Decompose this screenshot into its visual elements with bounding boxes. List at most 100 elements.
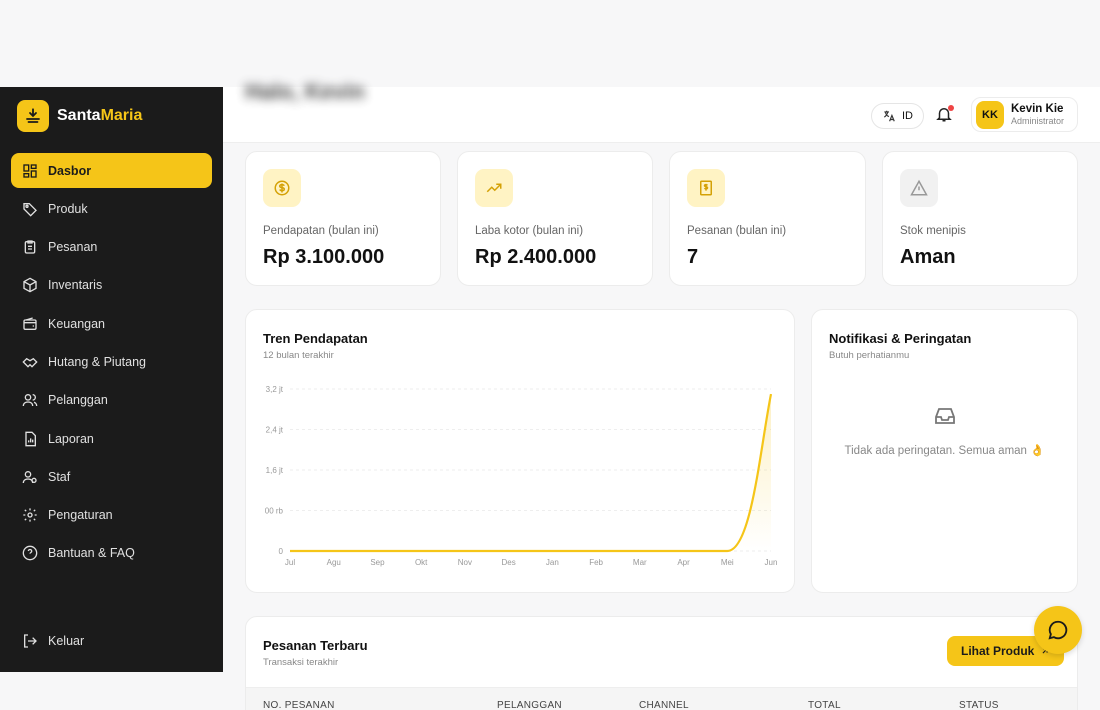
stat-card-low-stock: Stok menipis Aman [882,151,1078,286]
x-tick-label: Jun [765,558,778,567]
revenue-trend-card: Tren Pendapatan 12 bulan terakhir 0 00 rb… [245,309,795,593]
y-tick-label: 0 [279,547,284,556]
x-tick-label: Jul [285,558,295,567]
y-tick-label: 3,2 jt [266,385,284,394]
series-line [290,393,773,553]
revenue-chart: 0 00 rb 1,6 jt 2,4 jt 3,2 jt Jul Agu Sep Okt Nov D… [265,385,778,567]
notifications-title: Notifikasi & Peringatan [829,331,972,346]
sidebar-item-label: Pelanggan [48,393,108,408]
stat-value: Rp 3.100.000 [263,246,385,268]
view-products-label: Lihat Produk [961,644,1035,658]
language-button[interactable]: ID [871,103,924,129]
x-tick-label: Des [502,558,516,567]
logout-label: Keluar [48,634,85,648]
column-header-status[interactable]: STATUS [959,700,999,710]
receipt-icon [687,169,725,207]
sidebar-item-pengaturan[interactable]: Pengaturan [11,498,212,533]
notification-bell-button[interactable] [935,105,955,125]
avatar: KK [976,100,1004,129]
column-header-total[interactable]: TOTAL [808,700,841,710]
column-header-order-no[interactable]: NO. PESANAN [263,700,335,710]
brand-name: SantaMaria [57,107,142,125]
y-tick-label: 2,4 jt [266,426,284,435]
trending-up-icon [475,169,513,207]
notifications-empty-state: Tidak ada peringatan. Semua aman 👌 [812,404,1077,457]
sidebar-item-staf[interactable]: Staf [11,459,212,494]
sidebar-item-produk[interactable]: Produk [11,191,212,226]
sidebar-item-pesanan[interactable]: Pesanan [11,230,212,265]
orders-subtitle: Transaksi terakhir [263,657,339,668]
sidebar-nav: Dasbor Produk Pesanan Inventaris Keuanga… [11,153,212,574]
x-tick-label: Apr [677,558,690,567]
column-header-customer[interactable]: PELANGGAN [497,700,562,710]
orders-table-header: NO. PESANAN PELANGGAN CHANNEL TOTAL STAT… [246,687,1077,710]
box-icon [23,277,37,293]
staff-icon [22,470,37,483]
dashboard-icon [23,163,37,178]
stat-card-orders: Pesanan (bulan ini) 7 [669,151,866,286]
dollar-coin-icon [263,169,301,207]
stat-label: Pesanan (bulan ini) [687,225,787,237]
handshake-icon [22,357,38,368]
report-icon [25,431,36,446]
user-menu[interactable]: KK Kevin Kie Administrator [971,97,1078,132]
stat-value: Aman [900,246,956,268]
stat-value: Rp 2.400.000 [475,246,597,268]
gear-icon [23,508,37,522]
sidebar-item-inventaris[interactable]: Inventaris [11,268,212,303]
stat-card-revenue: Pendapatan (bulan ini) Rp 3.100.000 [245,151,441,286]
x-tick-label: Agu [327,558,341,567]
brand[interactable]: SantaMaria [17,100,142,132]
top-gap [0,0,1100,87]
x-tick-label: Nov [458,558,472,567]
sidebar-item-laporan[interactable]: Laporan [11,421,212,456]
sidebar-item-label: Produk [48,201,88,216]
sidebar-item-label: Pesanan [48,240,98,255]
sidebar-item-label: Staf [48,469,71,484]
sidebar-item-label: Keuangan [48,316,106,331]
series-area [290,394,771,551]
stat-value: 7 [687,246,699,268]
sidebar-item-dasbor[interactable]: Dasbor [11,153,212,188]
brand-name-part2: Maria [100,107,143,124]
logo-icon [17,100,49,132]
sidebar-item-label: Pengaturan [48,508,113,523]
stat-card-gross-profit: Laba kotor (bulan ini) Rp 2.400.000 [457,151,653,286]
warning-icon [900,169,938,207]
top-header: Halo, Kevin ID KK Kevin Kie Administrato… [223,79,1100,143]
chat-button[interactable] [1034,606,1082,654]
notifications-card: Notifikasi & Peringatan Butuh perhatianm… [811,309,1078,593]
sidebar-item-keuangan[interactable]: Keuangan [11,306,212,341]
stat-label: Stok menipis [900,225,966,237]
x-tick-label: Feb [589,558,603,567]
brand-name-part1: Santa [57,107,101,124]
x-tick-label: Sep [370,558,385,567]
x-tick-label: Mei [721,558,734,567]
sidebar-item-hutang-piutang[interactable]: Hutang & Piutang [11,344,212,379]
stat-label: Pendapatan (bulan ini) [263,225,379,237]
sidebar-item-label: Laporan [48,431,94,446]
y-tick-label: 00 rb [265,507,284,516]
page-title: Halo, Kevin [245,79,365,104]
notifications-subtitle: Butuh perhatianmu [829,350,910,361]
user-name: Kevin Kie [1011,103,1064,115]
clipboard-icon [24,240,36,254]
x-tick-label: Mar [633,558,647,567]
logout-button[interactable]: Keluar [22,633,84,649]
x-tick-label: Okt [415,558,428,567]
language-label: ID [902,110,913,122]
sidebar: SantaMaria Dasbor Produk Pesanan Inventa… [0,87,223,672]
sidebar-item-bantuan[interactable]: Bantuan & FAQ [11,536,212,571]
sidebar-item-label: Bantuan & FAQ [48,546,135,561]
orders-title: Pesanan Terbaru [263,638,368,653]
wallet-icon [23,317,37,330]
x-tick-label: Jan [546,558,559,567]
recent-orders-card: Pesanan Terbaru Transaksi terakhir Lihat… [245,616,1078,710]
sidebar-item-pelanggan[interactable]: Pelanggan [11,383,212,418]
chat-bubble-icon [1048,620,1068,640]
sidebar-item-label: Dasbor [48,163,92,178]
column-header-channel[interactable]: CHANNEL [639,700,689,710]
help-icon [22,546,38,561]
users-icon [22,394,38,407]
empty-message: Tidak ada peringatan. Semua aman 👌 [844,445,1045,457]
